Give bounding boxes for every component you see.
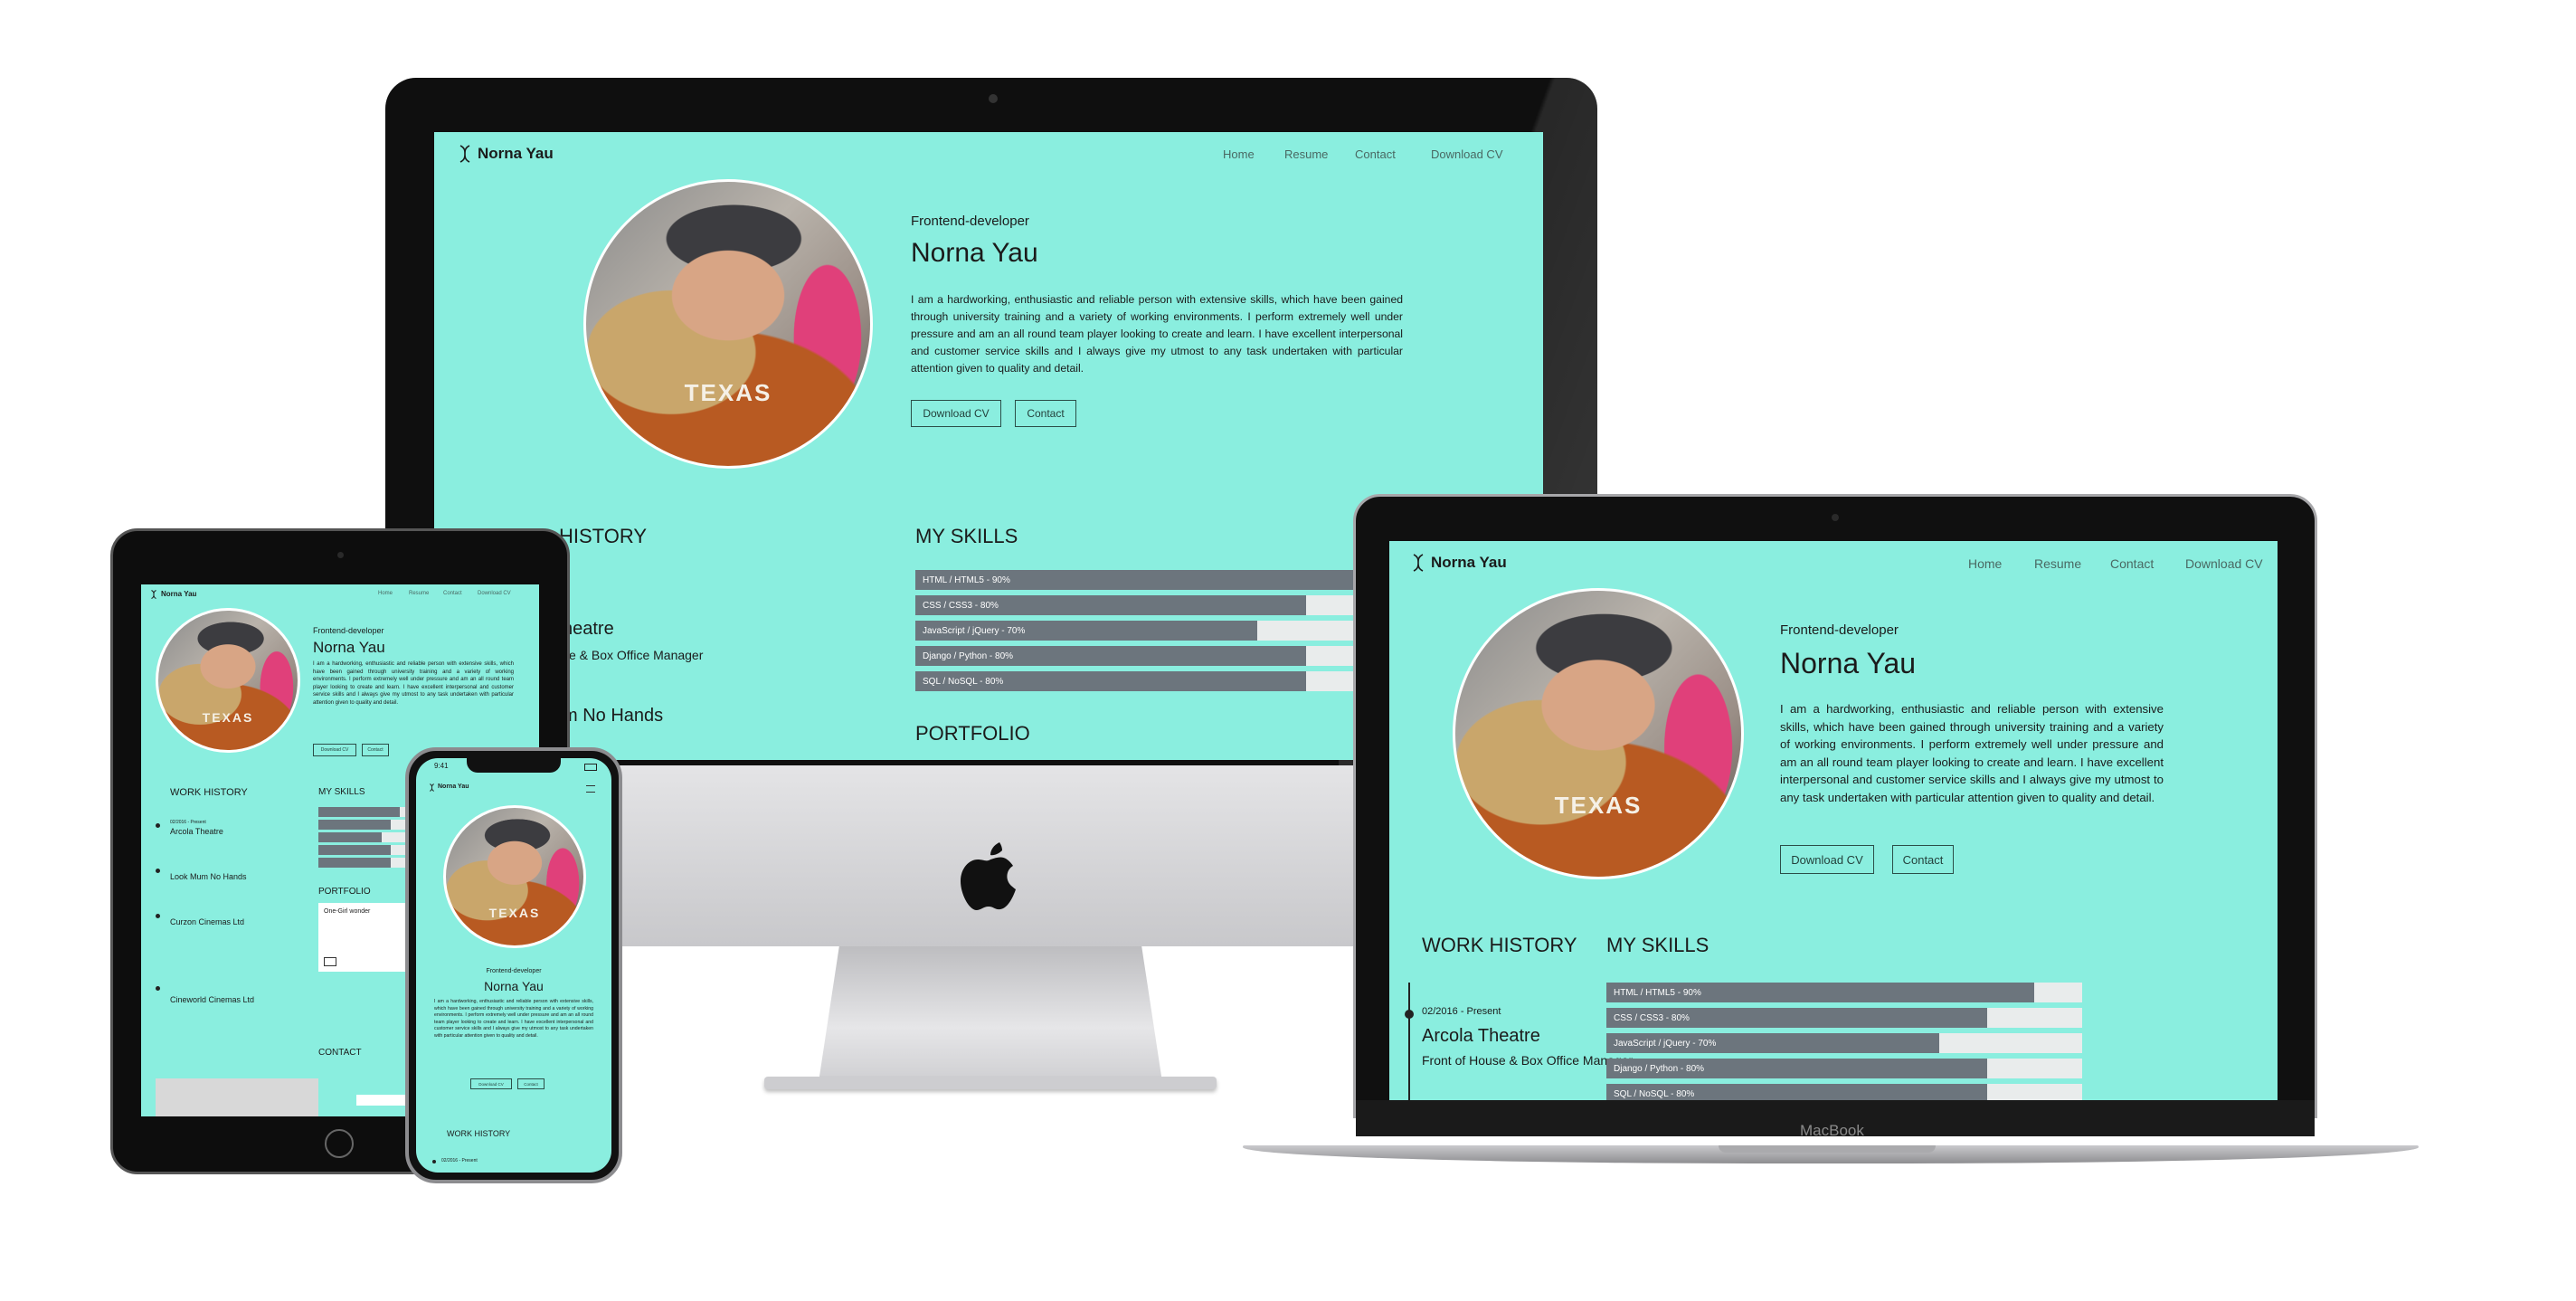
bio-text: I am a hardworking, enthusiastic and rel… [434, 999, 593, 1039]
iphone-screen: 9:41 Norna Yau TEXAS Frontend-developer … [416, 758, 611, 1173]
role-text: Frontend-developer [486, 968, 542, 974]
profile-photo: TEXAS [443, 805, 586, 948]
brand-name[interactable]: Norna Yau [438, 783, 469, 790]
work-history-title: WORK HISTORY [447, 1129, 511, 1138]
dna-icon [430, 783, 434, 792]
iphone-notch [467, 758, 561, 773]
download-cv-button[interactable]: Download CV [470, 1078, 512, 1089]
photo-shirt-text: TEXAS [488, 906, 541, 920]
job-date: 02/2016 - Present [441, 1158, 478, 1163]
contact-button[interactable]: Contact [517, 1078, 545, 1089]
timeline-dot [432, 1160, 436, 1163]
hamburger-menu-icon[interactable] [586, 785, 595, 793]
hero-heading: Norna Yau [484, 979, 544, 993]
iphone: 9:41 Norna Yau TEXAS Frontend-developer … [0, 0, 2576, 1301]
battery-icon [584, 764, 597, 771]
status-time: 9:41 [434, 762, 449, 770]
